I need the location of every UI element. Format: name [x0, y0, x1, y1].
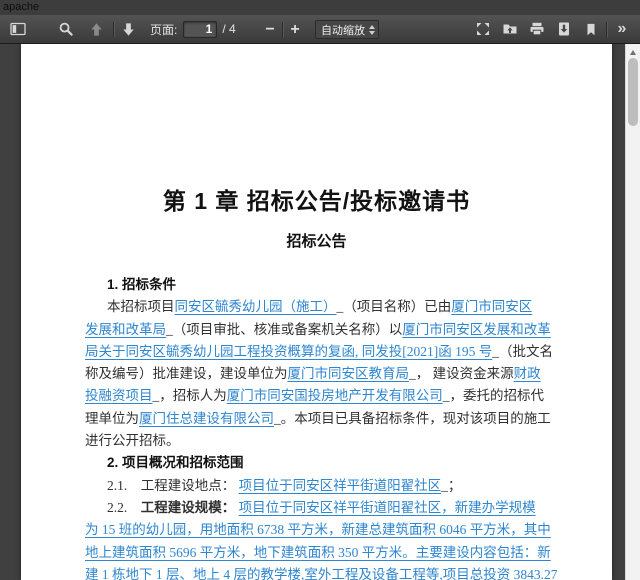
- text-line: 2.1. 工程建设地点： 项目位于同安区祥平街道阳翟社区_；: [85, 475, 563, 497]
- download-icon: [556, 21, 572, 37]
- zoom-mode-select[interactable]: 自动缩放: [315, 20, 379, 39]
- window-title: apache: [3, 1, 39, 13]
- scrollbar-up-arrow-icon[interactable]: [626, 48, 640, 56]
- sidebar-toggle-button[interactable]: [6, 18, 30, 40]
- document-subtitle: 招标公告: [21, 230, 612, 251]
- pdf-viewer-area: 第 1 章 招标公告/投标邀请书 招标公告 1. 招标条件本招标项目同安区毓秀幼…: [0, 44, 640, 580]
- doc-text: 进行公开招标。: [85, 433, 180, 448]
- text-line: 局关于同安区毓秀幼儿园工程投资概算的复函, 同发投[2021]函 195 号_（…: [85, 341, 563, 363]
- text-line: 投融资项目_，招标人为厦门市同安国投房地产开发有限公司_，委托的招标代: [85, 385, 563, 407]
- doc-link-text[interactable]: 建 1 栋地下 1 层、地上 4 层的教学楼,室外工程及设备工程等,项目总投资 …: [85, 567, 558, 580]
- zoom-out-label: −: [265, 22, 274, 38]
- doc-text: 2. 项目概况和招标范围: [107, 455, 244, 470]
- doc-text: 1. 招标条件: [107, 277, 176, 292]
- bookmark-icon: [584, 22, 598, 37]
- print-button[interactable]: [525, 18, 549, 40]
- search-button[interactable]: [54, 18, 78, 40]
- sidebar-icon: [10, 21, 26, 37]
- scrollbar-thumb[interactable]: [628, 58, 638, 126]
- document-body: 1. 招标条件本招标项目同安区毓秀幼儿园（施工）_（项目名称）已由厦门市同安区发…: [85, 274, 563, 580]
- previous-page-button[interactable]: [84, 18, 108, 40]
- text-line: 地上建筑面积 5696 平方米，地下建筑面积 350 平方米。主要建设内容包括：…: [85, 542, 563, 564]
- search-icon: [58, 21, 74, 37]
- pdf-toolbar: 页面: / 4 − + 自动缩放: [0, 15, 640, 44]
- doc-text: _， 建设资金来源: [409, 366, 514, 381]
- doc-link-text[interactable]: 厦门住总建设有限公司: [139, 411, 274, 426]
- vertical-scrollbar[interactable]: [625, 44, 640, 580]
- page-label: 页面:: [150, 21, 177, 38]
- doc-text: _；: [441, 478, 461, 493]
- doc-text: _，委托的招标代: [443, 388, 544, 403]
- doc-link-text[interactable]: 厦门市同安区发展和改革: [402, 322, 551, 337]
- open-file-icon: [502, 21, 518, 37]
- doc-text: _。本项目已具备招标条件，现对该项目的施工: [274, 411, 551, 426]
- doc-text: _（项目名称）已由: [337, 299, 452, 314]
- text-line: 1. 招标条件: [85, 274, 563, 296]
- pdf-page: 第 1 章 招标公告/投标邀请书 招标公告 1. 招标条件本招标项目同安区毓秀幼…: [21, 44, 612, 580]
- doc-link-text[interactable]: 项目位于同安区祥平街道阳翟社区，新建办学规模: [239, 500, 536, 515]
- doc-text: 理单位为: [85, 411, 139, 426]
- doc-link-text[interactable]: 投融资项目: [85, 388, 153, 403]
- more-tools-label: »: [618, 20, 627, 38]
- dropdown-arrows-icon: [369, 21, 375, 38]
- presentation-mode-button[interactable]: [471, 18, 495, 40]
- doc-text: 本招标项目: [107, 299, 175, 314]
- doc-link-text[interactable]: 厦门市同安区: [451, 299, 532, 314]
- text-line: 理单位为厦门住总建设有限公司_。本项目已具备招标条件，现对该项目的施工: [85, 408, 563, 430]
- zoom-mode-value: 自动缩放: [321, 22, 365, 38]
- page-number-input[interactable]: [183, 21, 217, 38]
- bookmark-button[interactable]: [579, 18, 603, 40]
- doc-text: 工程建设规模：: [141, 500, 236, 515]
- doc-link-text[interactable]: 局关于同安区毓秀幼儿园工程投资概算的复函, 同发投[2021]函 195 号: [85, 344, 492, 359]
- open-file-button[interactable]: [498, 18, 522, 40]
- doc-text: _（批文名: [492, 344, 553, 359]
- toolbar-separator: [606, 22, 607, 37]
- doc-link-text[interactable]: 厦门市同安国投房地产开发有限公司: [227, 388, 443, 403]
- zoom-in-label: +: [290, 22, 299, 38]
- fullscreen-icon: [475, 21, 491, 37]
- doc-text: 2.1. 工程建设地点：: [107, 478, 239, 493]
- doc-link-text[interactable]: 财政: [514, 366, 541, 381]
- toolbar-right-group: »: [471, 18, 634, 40]
- text-line: 本招标项目同安区毓秀幼儿园（施工）_（项目名称）已由厦门市同安区: [85, 296, 563, 318]
- arrow-up-icon: [89, 22, 104, 37]
- doc-text: 称及编号）批准建设，建设单位为: [85, 366, 288, 381]
- zoom-in-button[interactable]: +: [283, 19, 307, 41]
- more-tools-button[interactable]: »: [610, 18, 634, 40]
- doc-link-text[interactable]: 发展和改革局: [85, 322, 166, 337]
- page-total: / 4: [222, 22, 235, 36]
- doc-text: _，招标人为: [153, 388, 227, 403]
- document-title: 第 1 章 招标公告/投标邀请书: [21, 182, 612, 216]
- doc-link-text[interactable]: 厦门市同安区教育局: [288, 366, 410, 381]
- text-line: 进行公开招标。: [85, 430, 563, 452]
- doc-text: _（项目审批、核准或备案机关名称）以: [166, 322, 402, 337]
- doc-link-text[interactable]: 地上建筑面积 5696 平方米，地下建筑面积 350 平方米。主要建设内容包括：…: [85, 545, 551, 560]
- text-line: 2.2. 工程建设规模： 项目位于同安区祥平街道阳翟社区，新建办学规模: [85, 497, 563, 519]
- toolbar-separator: [113, 22, 114, 37]
- text-line: 2. 项目概况和招标范围: [85, 452, 563, 474]
- zoom-out-button[interactable]: −: [258, 19, 282, 41]
- text-line: 建 1 栋地下 1 层、地上 4 层的教学楼,室外工程及设备工程等,项目总投资 …: [85, 564, 563, 580]
- zoom-controls: − + 自动缩放: [258, 15, 379, 44]
- doc-link-text[interactable]: 项目位于同安区祥平街道阳翟社区: [239, 478, 442, 493]
- doc-link-text[interactable]: 同安区毓秀幼儿园（施工）: [175, 299, 337, 314]
- text-line: 为 15 班的幼儿园，用地面积 6738 平方米，新建总建筑面积 6046 平方…: [85, 519, 563, 541]
- window-titlebar: apache: [0, 0, 640, 15]
- arrow-down-icon: [121, 22, 136, 37]
- printer-icon: [529, 21, 545, 37]
- text-line: 发展和改革局_（项目审批、核准或备案机关名称）以厦门市同安区发展和改革: [85, 319, 563, 341]
- doc-link-text[interactable]: 为 15 班的幼儿园，用地面积 6738 平方米，新建总建筑面积 6046 平方…: [85, 522, 551, 537]
- download-button[interactable]: [552, 18, 576, 40]
- doc-text: 2.2.: [107, 500, 141, 515]
- text-line: 称及编号）批准建设，建设单位为厦门市同安区教育局_， 建设资金来源财政: [85, 363, 563, 385]
- next-page-button[interactable]: [116, 18, 140, 40]
